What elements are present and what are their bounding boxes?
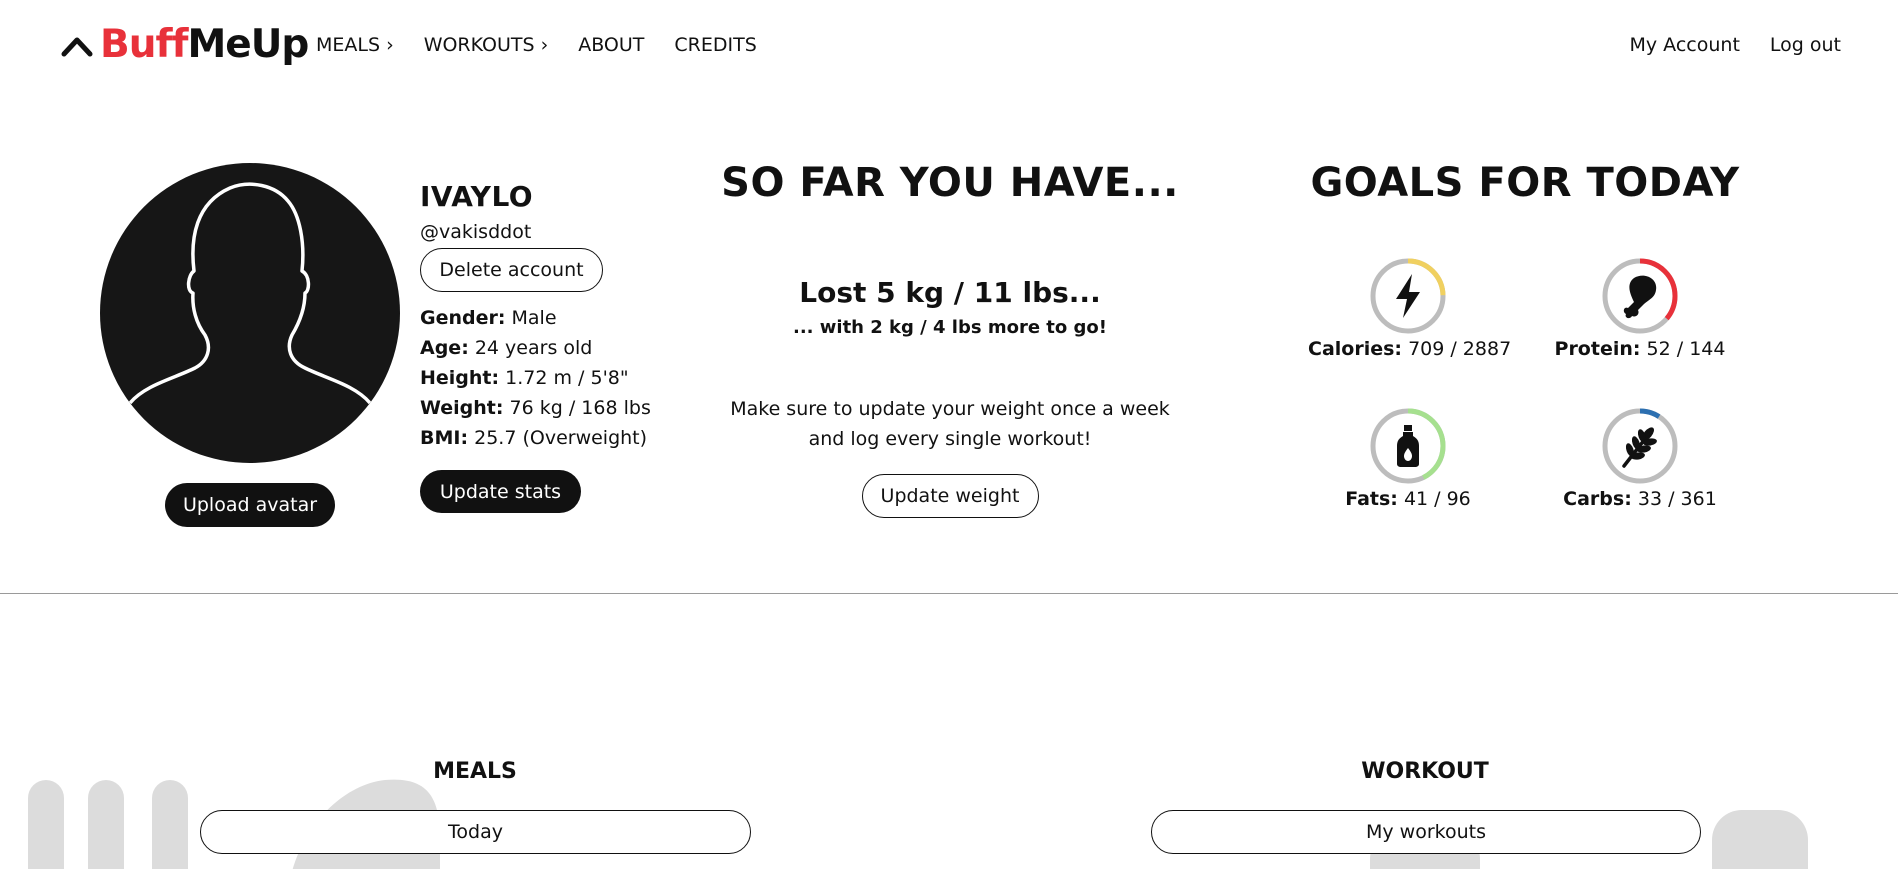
stat-value: 1.72 m / 5'8"	[505, 367, 629, 389]
avatar	[100, 163, 400, 463]
goal-value: 52 / 144	[1646, 338, 1726, 360]
profile-handle: @vakisddot	[420, 221, 532, 243]
workout-title: WORKOUT	[1361, 759, 1489, 784]
calories-progress-ring	[1370, 258, 1446, 334]
goal-protein: Protein: 52 / 144	[1540, 256, 1740, 360]
goals-title: GOALS FOR TODAY	[1310, 160, 1740, 206]
brand-logo[interactable]: Buff MeUp	[60, 22, 309, 67]
stat-gender: Gender: Male	[420, 303, 680, 333]
stat-height: Height: 1.72 m / 5'8"	[420, 363, 680, 393]
goal-fats: Fats: 41 / 96	[1308, 406, 1508, 510]
nav-account-links: My Account Log out	[1600, 34, 1842, 56]
goal-value: 709 / 2887	[1408, 338, 1512, 360]
stat-label: BMI:	[420, 427, 469, 449]
stat-bmi: BMI: 25.7 (Overweight)	[420, 423, 680, 453]
goal-name: Carbs:	[1563, 488, 1632, 510]
goal-label: Fats: 41 / 96	[1308, 488, 1508, 510]
weight-to-go-text: ... with 2 kg / 4 lbs more to go!	[792, 317, 1107, 338]
stat-value: 24 years old	[474, 337, 593, 359]
reminder-text: Make sure to update your weight once a w…	[720, 394, 1180, 454]
drumstick-icon	[1623, 275, 1657, 319]
carbs-progress-ring	[1602, 408, 1678, 484]
reminder-line: Make sure to update your weight once a w…	[730, 398, 1170, 420]
lightning-icon	[1396, 274, 1420, 318]
goal-name: Calories:	[1308, 338, 1403, 360]
fats-progress-ring	[1370, 408, 1446, 484]
profile-info: IVAYLO @vakisddot Delete account Gender:…	[420, 180, 680, 453]
goal-label: Carbs: 33 / 361	[1540, 488, 1740, 510]
nav-meals[interactable]: MEALS ›	[316, 34, 394, 56]
delete-account-button[interactable]: Delete account	[420, 248, 603, 292]
update-weight-button[interactable]: Update weight	[861, 474, 1039, 518]
stat-label: Gender:	[420, 307, 506, 329]
progress-section: SO FAR YOU HAVE... Lost 5 kg / 11 lbs...…	[720, 160, 1180, 518]
nav-credits[interactable]: CREDITS	[674, 34, 756, 56]
weight-lost-text: Lost 5 kg / 11 lbs...	[799, 276, 1101, 309]
reminder-line: and log every single workout!	[808, 428, 1092, 450]
default-user-silhouette-icon	[128, 182, 372, 405]
stat-age: Age: 24 years old	[420, 333, 680, 363]
stat-label: Weight:	[420, 397, 504, 419]
brand-name-meup: MeUp	[187, 22, 309, 67]
nav-log-out[interactable]: Log out	[1770, 34, 1841, 56]
nav-links: MEALS › WORKOUTS › ABOUT CREDITS	[316, 34, 787, 56]
progress-title: SO FAR YOU HAVE...	[721, 160, 1179, 206]
goal-value: 33 / 361	[1637, 488, 1717, 510]
nav-my-account[interactable]: My Account	[1630, 34, 1740, 56]
stat-value: Male	[511, 307, 557, 329]
stat-label: Age:	[420, 337, 469, 359]
brand-name-buff: Buff	[100, 22, 188, 67]
goal-value: 41 / 96	[1403, 488, 1471, 510]
navbar: Buff MeUp MEALS › WORKOUTS › ABOUT CREDIT…	[0, 0, 1898, 92]
upload-avatar-button[interactable]: Upload avatar	[165, 483, 335, 527]
update-stats-button[interactable]: Update stats	[420, 470, 581, 513]
goal-calories: Calories: 709 / 2887	[1308, 256, 1512, 360]
protein-progress-ring	[1602, 258, 1678, 334]
goal-name: Protein:	[1554, 338, 1641, 360]
goal-carbs: Carbs: 33 / 361	[1540, 406, 1740, 510]
meals-title: MEALS	[433, 759, 517, 784]
goal-label: Protein: 52 / 144	[1540, 338, 1740, 360]
bottle-icon	[1397, 425, 1419, 467]
goal-name: Fats:	[1345, 488, 1398, 510]
caret-up-icon	[61, 37, 93, 56]
stat-label: Height:	[420, 367, 500, 389]
meals-today-button[interactable]: Today	[200, 810, 751, 854]
goal-label: Calories: 709 / 2887	[1308, 338, 1512, 360]
my-workouts-button[interactable]: My workouts	[1151, 810, 1701, 854]
section-divider	[0, 593, 1898, 594]
stat-value: 25.7 (Overweight)	[474, 427, 648, 449]
stat-weight: Weight: 76 kg / 168 lbs	[420, 393, 680, 423]
wheat-icon	[1622, 427, 1657, 468]
profile-name: IVAYLO	[420, 180, 534, 213]
stat-value: 76 kg / 168 lbs	[509, 397, 651, 419]
goals-section: GOALS FOR TODAY Calories: 709 / 2887 Pro…	[1300, 160, 1750, 510]
nav-workouts[interactable]: WORKOUTS ›	[424, 34, 549, 56]
nav-about[interactable]: ABOUT	[578, 34, 644, 56]
profile-stats: Gender: Male Age: 24 years old Height: 1…	[420, 303, 680, 453]
